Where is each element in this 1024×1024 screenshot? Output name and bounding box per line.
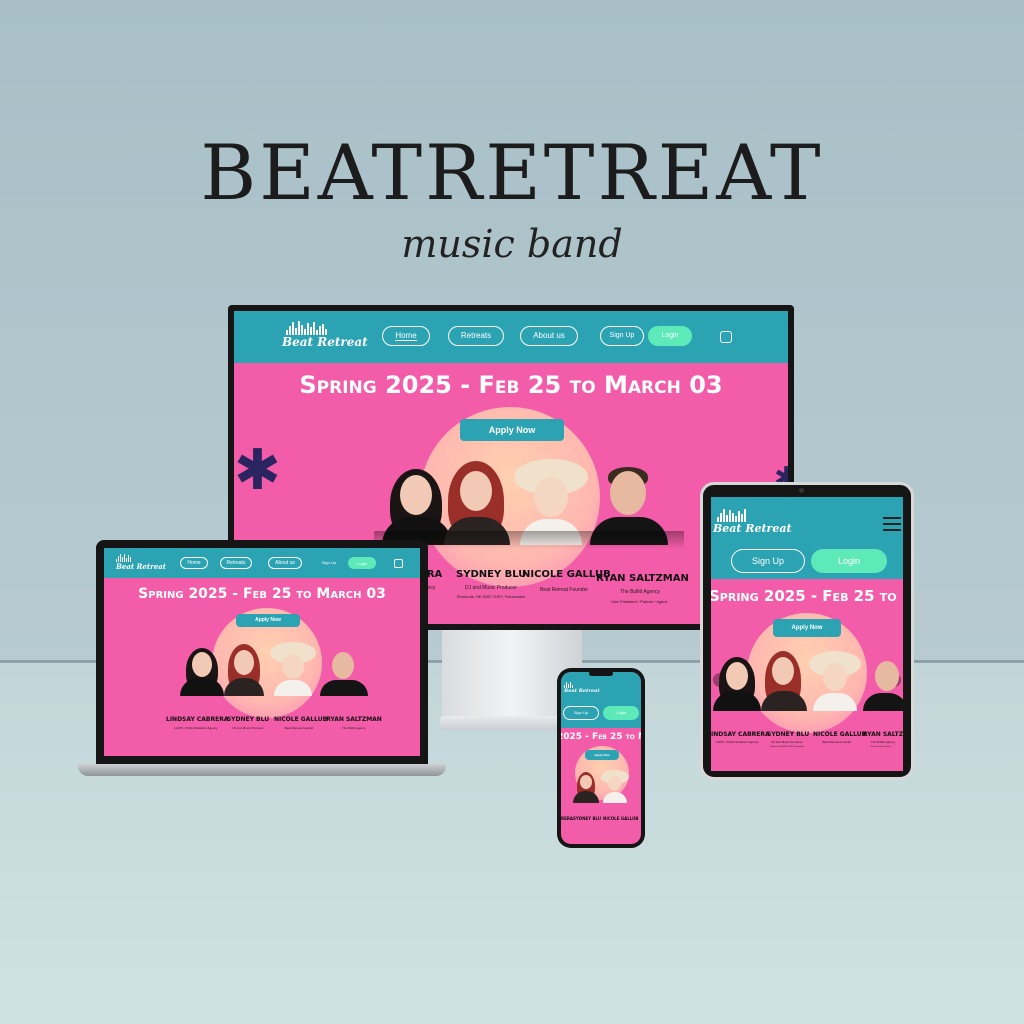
desktop-person-2-role2: Shortcuts, HE-SHE-THEY, Futurmaker [456, 594, 526, 599]
instagram-icon[interactable] [394, 559, 403, 568]
brand-title: BEATRETREAT [200, 128, 824, 217]
tablet-person-2-name: Sydney Blu [767, 731, 810, 738]
tablet-person-4-role: The Bullitt Agency [870, 740, 895, 744]
phone-logo: Beat Retreat [564, 682, 600, 694]
nav-login[interactable]: Login [348, 557, 376, 569]
desktop-person-2-name: Sydney Blu [456, 569, 527, 580]
tablet-screen: Beat Retreat Sign Up Login Spring 2025 -… [711, 497, 903, 771]
instagram-icon[interactable] [720, 331, 732, 343]
logo-text: Beat Retreat [282, 335, 368, 349]
desktop-hero-title: Spring 2025 - Feb 25 to March 03 [299, 371, 723, 399]
laptop-person-4-name: Ryan Saltzman [326, 716, 382, 723]
desktop-person-4-role2: Vice President / Partner / Agent [611, 599, 667, 604]
phone-notch [589, 671, 613, 676]
laptop-person-3-name: Nicole Gallub [274, 716, 328, 723]
nav-about[interactable]: About us [520, 326, 578, 346]
phone: Beat Retreat Sign Up Login 2025 - Feb 25… [557, 668, 645, 848]
tablet-person-3-role: Beat Retreat Founder [822, 740, 852, 744]
desktop-person-2-role: DJ and Music Producer [465, 585, 517, 591]
phone-person-1-name: RERA [561, 816, 573, 821]
tablet-nav: Beat Retreat Sign Up Login [711, 497, 903, 579]
laptop-nav: Beat Retreat Home Retreats About us Sign… [104, 548, 420, 578]
hamburger-menu-icon[interactable] [883, 517, 901, 535]
phone-person-2-name: SYDNEY BLU [573, 816, 602, 821]
nav-home[interactable]: Home [180, 557, 208, 569]
nav-retreats[interactable]: Retreats [220, 557, 252, 569]
nav-login[interactable]: Login [811, 549, 887, 573]
tablet: Beat Retreat Sign Up Login Spring 2025 -… [700, 482, 914, 780]
logo-text: Beat Retreat [116, 562, 166, 571]
tablet-person-2-role2: Shortcuts, HE-SHE-THEY, Futurmaker [769, 746, 805, 748]
nav-login[interactable]: Login [603, 706, 639, 720]
laptop-apply-button[interactable]: Apply Now [236, 614, 300, 627]
nav-retreats[interactable]: Retreats [448, 326, 504, 346]
logo-text: Beat Retreat [564, 688, 600, 694]
tablet-camera [799, 488, 804, 493]
laptop-base [78, 764, 446, 776]
logo-bars-icon [286, 321, 368, 335]
phone-nav: Beat Retreat Sign Up Login [561, 672, 641, 728]
laptop-logo: Beat Retreat [116, 554, 166, 571]
logo-bars-icon [717, 509, 792, 522]
phone-hero-title: 2025 - Feb 25 to M [561, 732, 641, 742]
tablet-person-3-name: Nicole Gallub [813, 731, 867, 738]
nav-signup[interactable]: Sign Up [731, 549, 805, 573]
nav-signup[interactable]: Sign Up [316, 557, 342, 569]
desktop-person-4-name: Ryan Saltzman [596, 573, 689, 584]
tablet-hero-title: Spring 2025 - Feb 25 to March [711, 587, 903, 605]
desktop-person-4-role: The Bullitt Agency [619, 589, 661, 595]
phone-person-3-name: NICOLE GALLUB [603, 816, 639, 821]
tablet-person-1-role: LGPR - Public Relations Agency [715, 740, 759, 744]
palm-tree-icon: ✱ [234, 438, 281, 501]
laptop-person-1-role: LGPR - Public Relations Agency [174, 726, 218, 730]
desktop-apply-button[interactable]: Apply Now [460, 419, 564, 441]
tablet-person-1-name: INDSAY CABRERA [711, 731, 770, 738]
laptop-person-2-role: DJ and Music Producer [232, 726, 264, 730]
desktop-person-3-name: Nicole Gallub [522, 569, 611, 580]
tablet-person-4-name: RYAN SALTZ [863, 731, 903, 738]
brand-subtitle: music band [401, 222, 623, 266]
laptop-person-3-role: Beat Retreat Founder [284, 726, 314, 730]
logo-bars-icon [116, 554, 166, 562]
phone-apply-button[interactable]: Apply Now [585, 750, 619, 760]
desktop-nav: Beat Retreat Home Retreats About us Sign… [234, 311, 788, 363]
laptop-hero-title: Spring 2025 - Feb 25 to March 03 [138, 586, 386, 602]
desktop-logo: Beat Retreat [282, 321, 368, 349]
tablet-person-4-role2: Vice President / Partne [870, 746, 892, 748]
tablet-person-2-role: DJ and Music Producer [771, 740, 803, 744]
laptop-person-2-name: Sydney Blu [226, 716, 270, 723]
desktop-person-3-role: Beat Retreat Founder [539, 587, 589, 593]
nav-about[interactable]: About us [268, 557, 302, 569]
logo-text: Beat Retreat [713, 522, 792, 535]
tablet-logo: Beat Retreat [713, 509, 792, 535]
nav-signup[interactable]: Sign Up [563, 706, 599, 720]
tablet-apply-button[interactable]: Apply Now [773, 619, 841, 637]
laptop-person-1-name: Lindsay Cabrera [166, 716, 229, 723]
laptop-person-4-role: The Bullitt Agency [341, 726, 366, 730]
nav-login[interactable]: Login [648, 326, 692, 346]
laptop-screen: Beat Retreat Home Retreats About us Sign… [104, 548, 420, 756]
nav-home[interactable]: Home [382, 326, 430, 346]
nav-signup[interactable]: Sign Up [600, 326, 644, 346]
phone-screen: Beat Retreat Sign Up Login 2025 - Feb 25… [561, 672, 641, 844]
laptop: Beat Retreat Home Retreats About us Sign… [96, 540, 428, 764]
